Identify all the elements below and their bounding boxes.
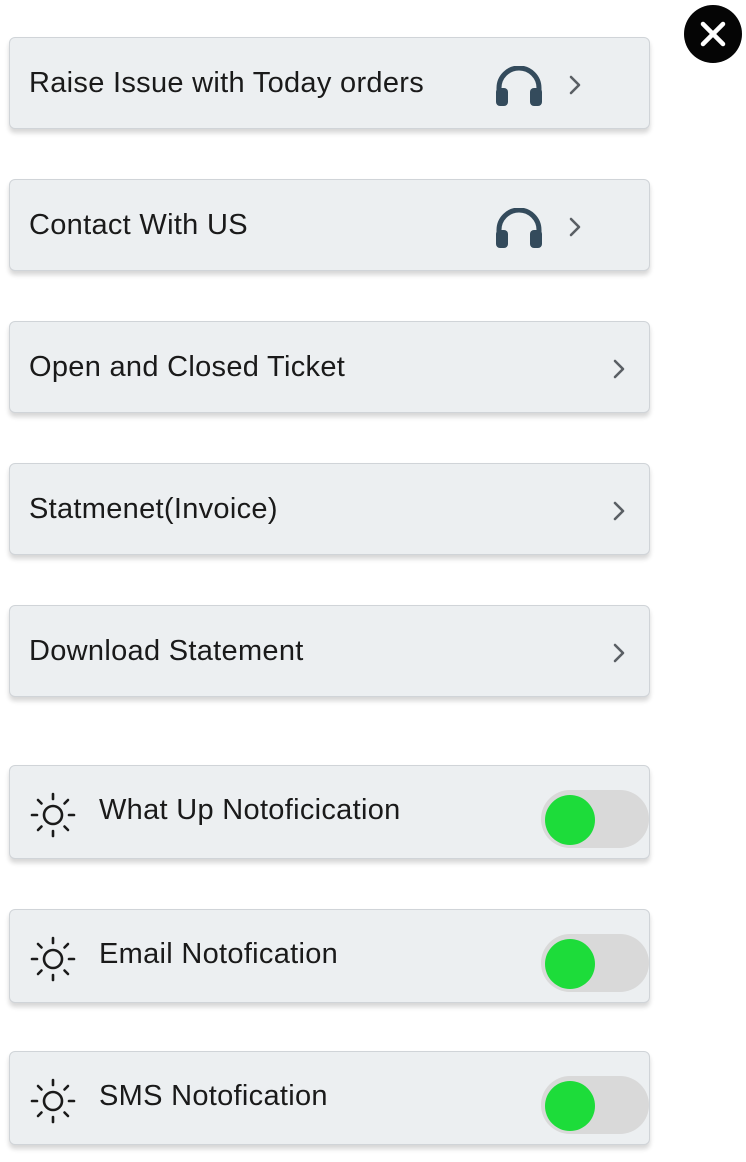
notification-row-whatsapp: What Up Notoficication	[9, 765, 650, 859]
menu-item-raise-issue[interactable]: Raise Issue with Today orders	[9, 37, 650, 129]
headset-icon	[496, 208, 542, 248]
notification-row-email: Email Notofication	[9, 909, 650, 1003]
chevron-right-icon	[569, 217, 581, 237]
menu-item-label: Raise Issue with Today orders	[29, 66, 425, 99]
chevron-right-icon	[613, 501, 625, 521]
close-button[interactable]	[684, 5, 742, 63]
menu-item-label: Contact With US	[29, 208, 248, 241]
menu-item-statement-invoice[interactable]: Statmenet(Invoice)	[9, 463, 650, 555]
sms-notification-toggle[interactable]	[541, 1076, 649, 1134]
menu-item-label: Statmenet(Invoice)	[29, 492, 278, 525]
chevron-right-icon	[569, 75, 581, 95]
toggle-knob	[545, 1081, 595, 1131]
menu-item-download-statement[interactable]: Download Statement	[9, 605, 650, 697]
notification-label: SMS Notofication	[99, 1080, 328, 1112]
email-notification-toggle[interactable]	[541, 934, 649, 992]
toggle-knob	[545, 795, 595, 845]
close-icon	[700, 21, 726, 47]
menu-item-label: Download Statement	[29, 634, 304, 667]
whatsapp-notification-toggle[interactable]	[541, 790, 649, 848]
sun-icon	[30, 1078, 76, 1124]
headset-icon	[496, 66, 542, 106]
toggle-knob	[545, 939, 595, 989]
chevron-right-icon	[613, 643, 625, 663]
menu-item-label: Open and Closed Ticket	[29, 350, 346, 383]
chevron-right-icon	[613, 359, 625, 379]
sun-icon	[30, 792, 76, 838]
menu-item-tickets[interactable]: Open and Closed Ticket	[9, 321, 650, 413]
menu-item-contact-us[interactable]: Contact With US	[9, 179, 650, 271]
notification-label: Email Notofication	[99, 938, 339, 970]
notification-row-sms: SMS Notofication	[9, 1051, 650, 1145]
notification-label: What Up Notoficication	[99, 794, 401, 826]
sun-icon	[30, 936, 76, 982]
